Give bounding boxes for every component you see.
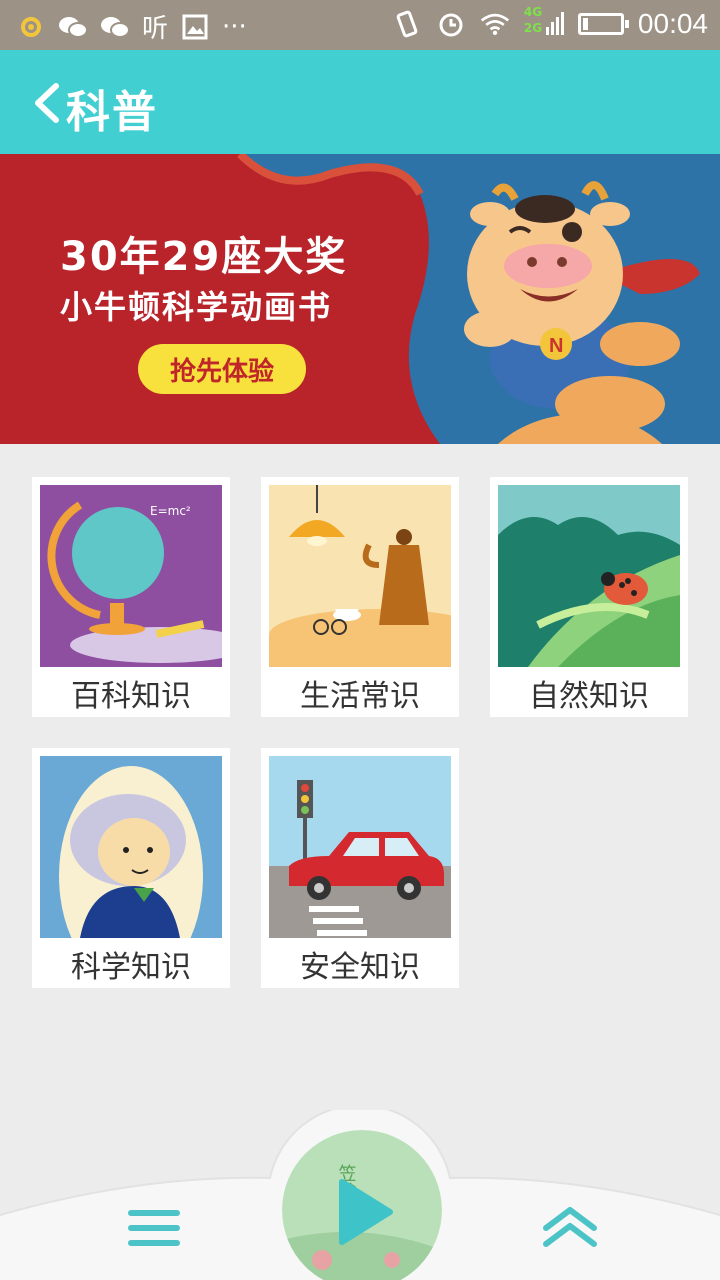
battery-icon xyxy=(577,13,629,35)
listen-app-label: 听 xyxy=(142,14,169,44)
alarm-icon xyxy=(436,9,466,39)
wechat-icon xyxy=(100,12,130,42)
bottom-player-bar: 笠翁对 xyxy=(0,1110,720,1280)
category-card-safety[interactable]: 安全知识 xyxy=(261,748,459,988)
category-label: 生活常识 xyxy=(300,679,420,714)
car-icon xyxy=(269,756,451,938)
more-notifications: ··· xyxy=(222,11,247,42)
vibrate-icon xyxy=(392,9,422,39)
status-left: 听 ··· xyxy=(16,8,247,45)
category-card-science[interactable]: 科学知识 xyxy=(32,748,230,988)
category-label: 科学知识 xyxy=(71,950,191,985)
wechat-icon xyxy=(58,12,88,42)
category-label: 自然知识 xyxy=(529,679,649,714)
app-header: 科普 xyxy=(0,50,720,154)
category-card-encyclopedia[interactable]: E=mc² 百科知识 xyxy=(32,477,230,717)
ladybug-icon xyxy=(498,485,680,667)
back-icon[interactable] xyxy=(28,80,68,126)
category-label: 百科知识 xyxy=(71,679,191,714)
menu-icon[interactable] xyxy=(128,1208,180,1248)
globe-icon: E=mc² xyxy=(40,485,222,667)
try-now-button[interactable]: 抢先体验 xyxy=(138,344,306,394)
expand-up-icon[interactable] xyxy=(542,1206,598,1250)
signal-icon: 4G 2G xyxy=(524,5,564,39)
banner-subheadline: 小牛顿科学动画书 xyxy=(60,288,333,326)
svg-text:N: N xyxy=(549,335,563,357)
image-icon xyxy=(180,12,210,42)
app-notification-icon xyxy=(16,12,46,42)
coffee-icon xyxy=(269,485,451,667)
svg-text:E=mc²: E=mc² xyxy=(150,504,191,518)
category-label: 安全知识 xyxy=(300,950,420,985)
now-playing-button[interactable]: 笠翁对 xyxy=(282,1130,442,1280)
category-card-nature[interactable]: 自然知识 xyxy=(490,477,688,717)
play-icon[interactable] xyxy=(282,1130,442,1280)
clock: 00:04 xyxy=(637,8,708,39)
scientist-icon xyxy=(40,756,222,938)
status-right: 4G 2G 00:04 xyxy=(392,5,708,40)
status-bar: 听 ··· 4G 2G 00:04 xyxy=(0,0,720,50)
banner-headline: 30年29座大奖 xyxy=(60,234,348,280)
page-title: 科普 xyxy=(66,87,158,138)
category-card-daily-life[interactable]: 生活常识 xyxy=(261,477,459,717)
promo-banner[interactable]: N 30年29座大奖 小牛顿科学动画书 抢先体验 xyxy=(0,154,720,444)
wifi-icon xyxy=(480,9,510,39)
